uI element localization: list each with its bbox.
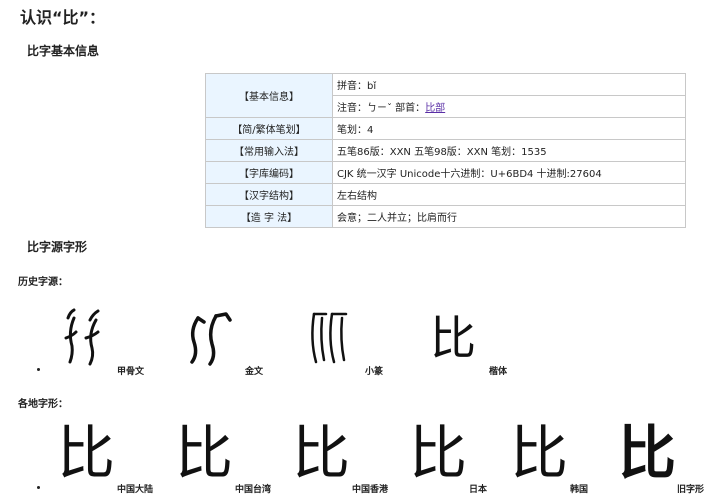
table-row: 【字库编码】 CJK 统一汉字 Unicode十六进制：U+6BD4 十进制:2… — [205, 161, 686, 184]
bronze-glyph-image — [190, 312, 232, 366]
glyph-hongkong: 比 — [292, 419, 351, 487]
regional-label: 各地字形： — [18, 399, 68, 410]
caption-hongkong: 中国香港 — [352, 485, 389, 495]
glyph-old-form: 比 — [618, 419, 677, 487]
table-row: 【基本信息】 拼音：bǐ — [205, 73, 686, 118]
glyph-korea: 比 — [510, 419, 569, 487]
glyph-japan: 比 — [409, 419, 468, 487]
row-value: 五笔86版：XXN 五笔98版：XXN 笔划：1535 — [332, 139, 686, 162]
section-heading-source: 比字源字形 — [27, 240, 88, 254]
history-label: 历史字源： — [18, 277, 68, 288]
table-row: 【造 字 法】 会意；二人并立；比肩而行 — [205, 205, 686, 228]
glyph-taiwan: 比 — [175, 419, 234, 487]
table-row: 【常用输入法】 五笔86版：XXN 五笔98版：XXN 笔划：1535 — [205, 139, 686, 162]
list-bullet — [37, 368, 40, 371]
caption-korea: 韩国 — [570, 485, 589, 495]
list-bullet — [37, 486, 40, 489]
oracle-bone-glyph-image — [64, 308, 100, 366]
info-table: 【基本信息】 拼音：bǐ 注音：ㄅㄧˇ 部首：比部 【简/繁体笔划】 笔划：4 … — [205, 73, 686, 228]
zhuyin-value: 注音：ㄅㄧˇ 部首：比部 — [332, 95, 686, 118]
small-seal-glyph-image — [311, 312, 348, 364]
caption-regular-script: 楷体 — [489, 367, 508, 377]
row-label: 【字库编码】 — [205, 161, 333, 184]
radical-link[interactable]: 比部 — [425, 103, 445, 114]
caption-small-seal: 小篆 — [365, 367, 384, 377]
page-title: 认识“比”： — [20, 8, 106, 27]
caption-bronze: 金文 — [245, 367, 264, 377]
row-label: 【汉字结构】 — [205, 183, 333, 206]
regular-script-glyph: 比 — [430, 311, 476, 365]
caption-mainland: 中国大陆 — [117, 485, 154, 495]
row-label: 【造 字 法】 — [205, 205, 333, 228]
table-row: 【汉字结构】 左右结构 — [205, 183, 686, 206]
row-value: CJK 统一汉字 Unicode十六进制：U+6BD4 十进制:27604 — [332, 161, 686, 184]
caption-oracle-bone: 甲骨文 — [117, 367, 145, 377]
section-heading-info: 比字基本信息 — [27, 44, 100, 58]
caption-old-form: 旧字形 — [677, 485, 705, 495]
pinyin-value: 拼音：bǐ — [332, 73, 686, 96]
basic-info-label: 【基本信息】 — [205, 73, 333, 118]
zhuyin-text: 注音：ㄅㄧˇ 部首： — [337, 103, 426, 114]
row-value: 笔划：4 — [332, 117, 686, 140]
row-label: 【常用输入法】 — [205, 139, 333, 162]
row-value: 会意；二人并立；比肩而行 — [332, 205, 686, 228]
row-label: 【简/繁体笔划】 — [205, 117, 333, 140]
caption-taiwan: 中国台湾 — [235, 485, 272, 495]
table-row: 【简/繁体笔划】 笔划：4 — [205, 117, 686, 140]
caption-japan: 日本 — [469, 485, 488, 495]
row-value: 左右结构 — [332, 183, 686, 206]
glyph-mainland: 比 — [57, 419, 116, 487]
